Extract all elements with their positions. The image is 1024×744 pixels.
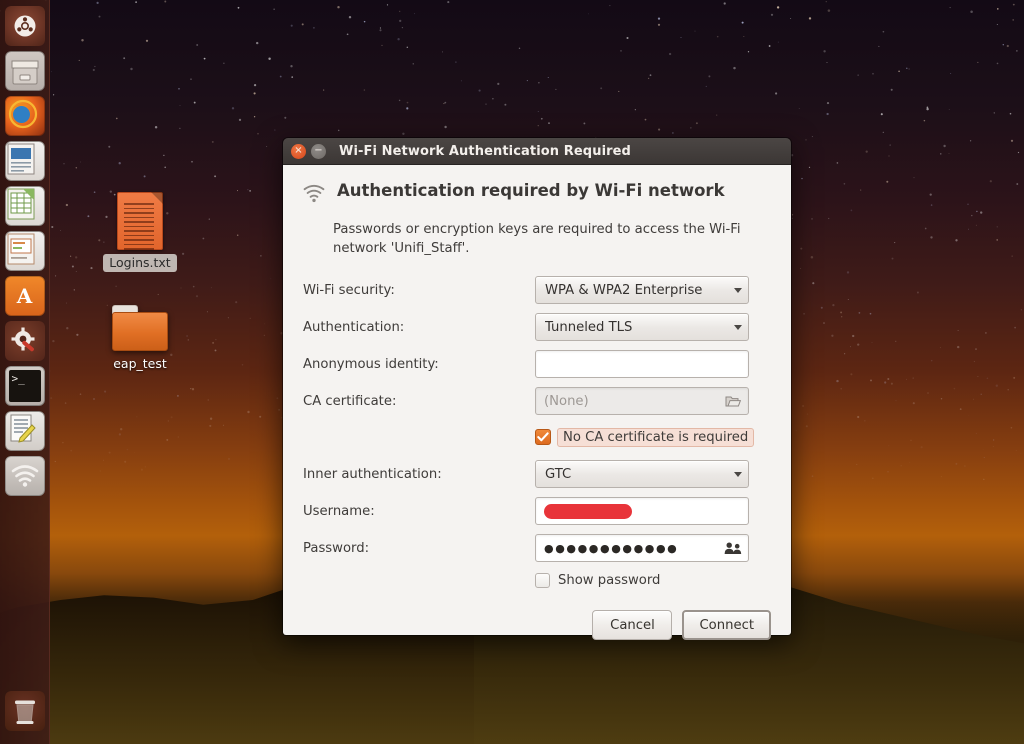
anonymous-identity-input[interactable] — [535, 350, 749, 378]
authentication-value: Tunneled TLS — [545, 320, 728, 335]
dialog-header-title: Authentication required by Wi-Fi network — [337, 181, 725, 201]
software-center-icon: A — [5, 276, 45, 316]
launcher-item-system-settings[interactable] — [5, 321, 45, 361]
chevron-down-icon — [734, 472, 742, 477]
dialog-title: Wi-Fi Network Authentication Required — [339, 144, 631, 159]
no-ca-certificate-checkbox[interactable] — [535, 429, 551, 445]
show-password-label[interactable]: Show password — [558, 573, 660, 588]
firefox-icon — [5, 96, 45, 136]
folder-icon — [112, 305, 168, 351]
wifi-auth-dialog: × − Wi-Fi Network Authentication Require… — [283, 138, 791, 635]
label-inner-authentication: Inner authentication: — [303, 467, 535, 482]
password-value: ●●●●●●●●●●●● — [544, 542, 722, 555]
launcher-item-calc[interactable] — [5, 186, 45, 226]
chevron-down-icon — [734, 325, 742, 330]
dialog-header: Authentication required by Wi-Fi network — [303, 181, 771, 207]
dialog-body: Authentication required by Wi-Fi network… — [283, 165, 791, 635]
text-file-icon — [117, 192, 163, 250]
show-password-row: Show password — [535, 573, 771, 588]
software-center-glyph: A — [17, 284, 33, 308]
terminal-icon: >_ — [5, 366, 45, 406]
wifi-security-combo[interactable]: WPA & WPA2 Enterprise — [535, 276, 749, 304]
spreadsheet-calc-icon — [5, 186, 45, 226]
password-input[interactable]: ●●●●●●●●●●●● — [535, 534, 749, 562]
document-writer-icon — [5, 141, 45, 181]
close-icon[interactable]: × — [291, 144, 306, 159]
no-ca-certificate-row: No CA certificate is required — [303, 424, 771, 450]
launcher-item-firefox[interactable] — [5, 96, 45, 136]
text-editor-pencil-icon — [5, 411, 45, 451]
authentication-combo[interactable]: Tunneled TLS — [535, 313, 749, 341]
launcher-item-text-editor[interactable] — [5, 411, 45, 451]
field-row-password: Password: ●●●●●●●●●●●● — [303, 534, 771, 562]
dialog-action-buttons: Cancel Connect — [303, 610, 771, 640]
ca-certificate-value: (None) — [544, 394, 722, 409]
label-password: Password: — [303, 541, 535, 556]
label-ca-certificate: CA certificate: — [303, 394, 535, 409]
unity-launcher[interactable]: A >_ — [0, 0, 50, 744]
presentation-impress-icon — [5, 231, 45, 271]
launcher-item-software-center[interactable]: A — [5, 276, 45, 316]
field-row-authentication: Authentication: Tunneled TLS — [303, 313, 771, 341]
ubuntu-logo-icon — [5, 6, 45, 46]
desktop-screen: Logins.txt eap_test — [0, 0, 1024, 744]
field-row-username: Username: — [303, 497, 771, 525]
users-scope-icon[interactable] — [722, 537, 744, 559]
launcher-item-ubuntu-dash[interactable] — [5, 6, 45, 46]
connect-button[interactable]: Connect — [682, 610, 771, 640]
wifi-app-icon — [5, 456, 45, 496]
desktop-icon-eaptest[interactable]: eap_test — [92, 305, 188, 373]
username-input[interactable] — [535, 497, 749, 525]
inner-authentication-combo[interactable]: GTC — [535, 460, 749, 488]
wifi-security-value: WPA & WPA2 Enterprise — [545, 283, 728, 298]
wifi-signal-icon — [303, 181, 325, 207]
terminal-prompt-glyph: >_ — [9, 370, 41, 402]
cancel-button[interactable]: Cancel — [592, 610, 672, 640]
file-manager-icon — [5, 51, 45, 91]
label-username: Username: — [303, 504, 535, 519]
launcher-item-network-tool[interactable] — [5, 456, 45, 496]
no-ca-certificate-label[interactable]: No CA certificate is required — [557, 428, 754, 447]
desktop-icon-label: eap_test — [107, 355, 173, 373]
dialog-titlebar[interactable]: × − Wi-Fi Network Authentication Require… — [283, 138, 791, 165]
inner-authentication-value: GTC — [545, 467, 728, 482]
username-redaction-bar — [544, 504, 632, 519]
chevron-down-icon — [734, 288, 742, 293]
dialog-header-description: Passwords or encryption keys are require… — [333, 220, 763, 258]
launcher-item-impress[interactable] — [5, 231, 45, 271]
label-anonymous-identity: Anonymous identity: — [303, 357, 535, 372]
field-row-ca-certificate: CA certificate: (None) — [303, 387, 771, 415]
show-password-checkbox[interactable] — [535, 573, 550, 588]
launcher-item-trash[interactable] — [5, 691, 45, 731]
field-row-inner-authentication: Inner authentication: GTC — [303, 460, 771, 488]
gear-wrench-icon — [5, 321, 45, 361]
trash-icon — [5, 691, 45, 731]
desktop-icon-logins[interactable]: Logins.txt — [92, 192, 188, 272]
launcher-item-writer[interactable] — [5, 141, 45, 181]
ca-certificate-chooser[interactable]: (None) — [535, 387, 749, 415]
field-row-anonymous-identity: Anonymous identity: — [303, 350, 771, 378]
field-row-wifi-security: Wi-Fi security: WPA & WPA2 Enterprise — [303, 276, 771, 304]
launcher-item-files[interactable] — [5, 51, 45, 91]
folder-open-icon[interactable] — [722, 390, 744, 412]
minimize-icon[interactable]: − — [311, 144, 326, 159]
label-wifi-security: Wi-Fi security: — [303, 283, 535, 298]
desktop-icon-label: Logins.txt — [103, 254, 176, 272]
launcher-item-terminal[interactable]: >_ — [5, 366, 45, 406]
label-authentication: Authentication: — [303, 320, 535, 335]
auth-form: Wi-Fi security: WPA & WPA2 Enterprise Au… — [303, 276, 771, 640]
